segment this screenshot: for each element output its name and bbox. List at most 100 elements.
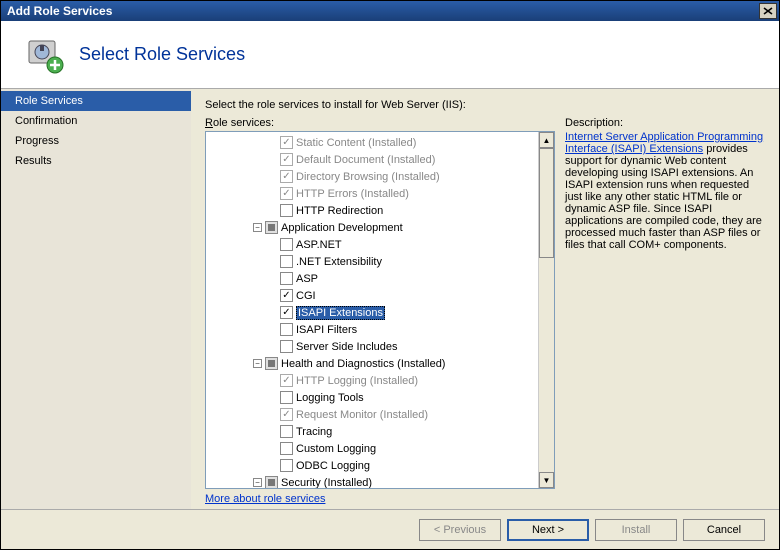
- checkbox[interactable]: [280, 323, 293, 336]
- tree-node[interactable]: HTTP Redirection: [208, 202, 538, 219]
- tree-node[interactable]: ✓CGI: [208, 287, 538, 304]
- tree-node[interactable]: .NET Extensibility: [208, 253, 538, 270]
- tree-column: Role services: ✓Static Content (Installe…: [205, 117, 555, 505]
- previous-button: < Previous: [419, 519, 501, 541]
- scroll-thumb[interactable]: [539, 148, 554, 258]
- tree-node[interactable]: ✓Directory Browsing (Installed): [208, 168, 538, 185]
- description-body: provides support for dynamic Web content…: [565, 143, 762, 251]
- tree-node-label[interactable]: ISAPI Filters: [296, 324, 357, 336]
- tree-node[interactable]: − Application Development: [208, 219, 538, 236]
- checkbox[interactable]: [280, 204, 293, 217]
- tree-node-label[interactable]: .NET Extensibility: [296, 256, 382, 268]
- tree-label: Role services:: [205, 117, 555, 129]
- tree-node-label[interactable]: HTTP Redirection: [296, 205, 383, 217]
- checkbox: ✓: [280, 408, 293, 421]
- checkbox[interactable]: [265, 476, 278, 488]
- description-text: Internet Server Application Programming …: [565, 131, 765, 251]
- page-title: Select Role Services: [79, 44, 245, 65]
- scroll-down-button[interactable]: ▼: [539, 472, 554, 488]
- tree-node-label[interactable]: ASP.NET: [296, 239, 342, 251]
- tree-node[interactable]: ✓HTTP Logging (Installed): [208, 372, 538, 389]
- scroll-up-button[interactable]: ▲: [539, 132, 554, 148]
- tree-node[interactable]: ✓Request Monitor (Installed): [208, 406, 538, 423]
- checkbox[interactable]: [280, 272, 293, 285]
- close-button[interactable]: [759, 3, 777, 19]
- description-label: Description:: [565, 117, 765, 129]
- more-about-link[interactable]: More about role services: [205, 493, 555, 505]
- tree-node-label[interactable]: Static Content (Installed): [296, 137, 416, 149]
- tree-node-label[interactable]: Application Development: [281, 222, 403, 234]
- instruction-text: Select the role services to install for …: [205, 99, 765, 111]
- tree-node[interactable]: − Health and Diagnostics (Installed): [208, 355, 538, 372]
- titlebar[interactable]: Add Role Services: [1, 1, 779, 21]
- sidebar-item-progress[interactable]: Progress: [1, 131, 191, 151]
- tree-node-label[interactable]: HTTP Logging (Installed): [296, 375, 418, 387]
- scrollbar[interactable]: ▲ ▼: [538, 132, 554, 488]
- install-button: Install: [595, 519, 677, 541]
- cancel-button[interactable]: Cancel: [683, 519, 765, 541]
- tree-node[interactable]: ✓HTTP Errors (Installed): [208, 185, 538, 202]
- checkbox[interactable]: [280, 459, 293, 472]
- wizard-window: Add Role Services Select Role Services R…: [0, 0, 780, 550]
- tree-node[interactable]: ODBC Logging: [208, 457, 538, 474]
- checkbox[interactable]: [280, 238, 293, 251]
- checkbox: ✓: [280, 170, 293, 183]
- tree-node[interactable]: Custom Logging: [208, 440, 538, 457]
- next-button[interactable]: Next >: [507, 519, 589, 541]
- tree-node-label[interactable]: Server Side Includes: [296, 341, 398, 353]
- footer: < Previous Next > Install Cancel: [1, 509, 779, 549]
- tree-node-label[interactable]: Default Document (Installed): [296, 154, 435, 166]
- tree-node[interactable]: − Security (Installed): [208, 474, 538, 488]
- window-title: Add Role Services: [7, 4, 112, 18]
- content: Select the role services to install for …: [191, 89, 779, 509]
- tree-node-label[interactable]: Custom Logging: [296, 443, 376, 455]
- header: Select Role Services: [1, 21, 779, 89]
- checkbox[interactable]: [280, 340, 293, 353]
- tree-node-label[interactable]: Directory Browsing (Installed): [296, 171, 440, 183]
- tree-node-label[interactable]: ASP: [296, 273, 318, 285]
- tree-node[interactable]: ASP: [208, 270, 538, 287]
- body: Role Services Confirmation Progress Resu…: [1, 89, 779, 509]
- sidebar-item-role-services[interactable]: Role Services: [1, 91, 191, 111]
- description-column: Description: Internet Server Application…: [565, 117, 765, 505]
- columns: Role services: ✓Static Content (Installe…: [205, 117, 765, 505]
- tree-node[interactable]: ISAPI Filters: [208, 321, 538, 338]
- sidebar-item-confirmation[interactable]: Confirmation: [1, 111, 191, 131]
- sidebar: Role Services Confirmation Progress Resu…: [1, 89, 191, 509]
- checkbox: ✓: [280, 187, 293, 200]
- tree-node-label[interactable]: CGI: [296, 290, 316, 302]
- tree-node-label[interactable]: HTTP Errors (Installed): [296, 188, 409, 200]
- checkbox: ✓: [280, 136, 293, 149]
- checkbox[interactable]: ✓: [280, 306, 293, 319]
- checkbox[interactable]: [265, 357, 278, 370]
- checkbox[interactable]: [280, 442, 293, 455]
- tree-node[interactable]: Tracing: [208, 423, 538, 440]
- tree-node-label[interactable]: Request Monitor (Installed): [296, 409, 428, 421]
- tree-node[interactable]: Logging Tools: [208, 389, 538, 406]
- tree-node[interactable]: ✓Static Content (Installed): [208, 134, 538, 151]
- tree-node-label[interactable]: ISAPI Extensions: [296, 306, 385, 320]
- checkbox[interactable]: ✓: [280, 289, 293, 302]
- tree-node[interactable]: ASP.NET: [208, 236, 538, 253]
- checkbox[interactable]: [280, 255, 293, 268]
- checkbox: ✓: [280, 153, 293, 166]
- checkbox[interactable]: [265, 221, 278, 234]
- collapse-icon[interactable]: −: [253, 359, 262, 368]
- tree-node-label[interactable]: ODBC Logging: [296, 460, 370, 472]
- tree-node[interactable]: ✓Default Document (Installed): [208, 151, 538, 168]
- tree-node-label[interactable]: Tracing: [296, 426, 332, 438]
- wizard-icon: [25, 35, 65, 75]
- checkbox[interactable]: [280, 425, 293, 438]
- sidebar-item-results[interactable]: Results: [1, 151, 191, 171]
- checkbox[interactable]: [280, 391, 293, 404]
- tree-node-label[interactable]: Security (Installed): [281, 477, 372, 489]
- tree-node[interactable]: ✓ISAPI Extensions: [208, 304, 538, 321]
- tree-node[interactable]: Server Side Includes: [208, 338, 538, 355]
- tree-node-label[interactable]: Health and Diagnostics (Installed): [281, 358, 445, 370]
- tree-node-label[interactable]: Logging Tools: [296, 392, 364, 404]
- tree-body: ✓Static Content (Installed)✓Default Docu…: [206, 132, 538, 488]
- collapse-icon[interactable]: −: [253, 478, 262, 487]
- role-services-tree[interactable]: ✓Static Content (Installed)✓Default Docu…: [205, 131, 555, 489]
- checkbox: ✓: [280, 374, 293, 387]
- collapse-icon[interactable]: −: [253, 223, 262, 232]
